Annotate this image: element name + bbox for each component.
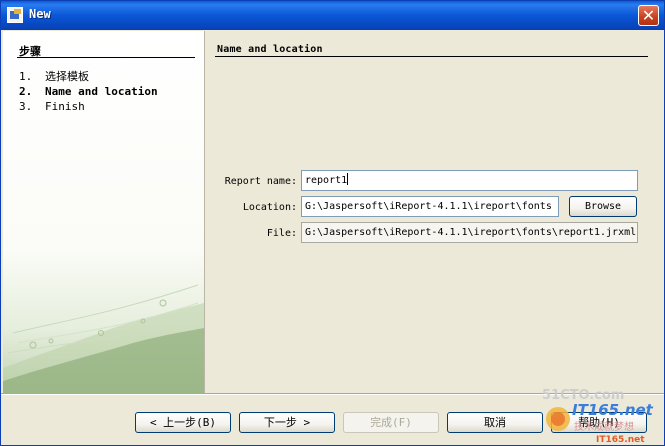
next-button[interactable]: 下一步 >	[239, 412, 335, 433]
panel-title: Name and location	[217, 44, 323, 55]
step-item-1: 1. 选择模板	[19, 70, 89, 83]
file-label: File:	[266, 228, 297, 239]
report-name-input[interactable]: report1	[301, 170, 638, 191]
steps-list: 1. 选择模板 2. Name and location 3. Finish	[19, 69, 158, 114]
report-name-label: Report name:	[224, 176, 297, 187]
title-bar[interactable]: New ✕	[1, 1, 664, 30]
watermark-brand: IT165.net	[596, 435, 645, 445]
close-button[interactable]: ✕	[638, 5, 659, 26]
panel-divider	[215, 56, 648, 57]
steps-pane: 步骤 1. 选择模板 2. Name and location 3. Finish	[3, 31, 205, 393]
finish-button[interactable]: 完成(F)	[343, 412, 439, 433]
file-path-field: G:\Jaspersoft\iReport-4.1.1\ireport\font…	[301, 222, 638, 243]
button-bar-separator-highlight	[1, 394, 664, 395]
help-button[interactable]: 帮助(H)	[551, 412, 647, 433]
close-icon: ✕	[641, 6, 656, 25]
new-report-dialog: New ✕ 步骤 1. 选择模板 2. Name and location 3. Fi…	[0, 0, 665, 446]
location-input[interactable]: G:\Jaspersoft\iReport-4.1.1\ireport\font…	[301, 196, 559, 217]
window-title: New	[29, 7, 51, 21]
browse-button[interactable]: Browse	[569, 196, 637, 217]
step-item-2-current: 2. Name and location	[19, 85, 158, 98]
app-icon	[7, 7, 23, 23]
location-label: Location:	[242, 202, 297, 213]
content-pane: Name and location Report name: report1 L…	[205, 31, 663, 393]
steps-divider	[17, 57, 195, 58]
cancel-button[interactable]: 取消	[447, 412, 543, 433]
back-button[interactable]: < 上一步(B)	[135, 412, 231, 433]
decorative-swoosh	[3, 284, 204, 393]
step-item-3: 3. Finish	[19, 100, 85, 113]
text-caret	[347, 173, 349, 185]
